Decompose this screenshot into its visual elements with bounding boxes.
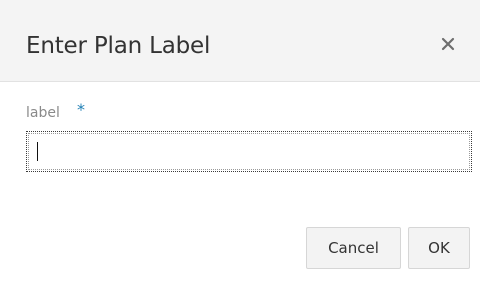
dialog-header: Enter Plan Label [0, 0, 480, 82]
text-caret [37, 142, 38, 161]
label-field-label: label [26, 105, 60, 121]
enter-plan-label-dialog: Enter Plan Label label * Cancel OK [0, 0, 480, 284]
label-input[interactable] [26, 131, 472, 172]
close-icon [441, 37, 455, 51]
ok-button[interactable]: OK [408, 227, 470, 269]
dialog-title: Enter Plan Label [26, 33, 211, 59]
required-indicator: * [77, 100, 85, 119]
close-button[interactable] [438, 34, 458, 54]
cancel-button[interactable]: Cancel [306, 227, 401, 269]
